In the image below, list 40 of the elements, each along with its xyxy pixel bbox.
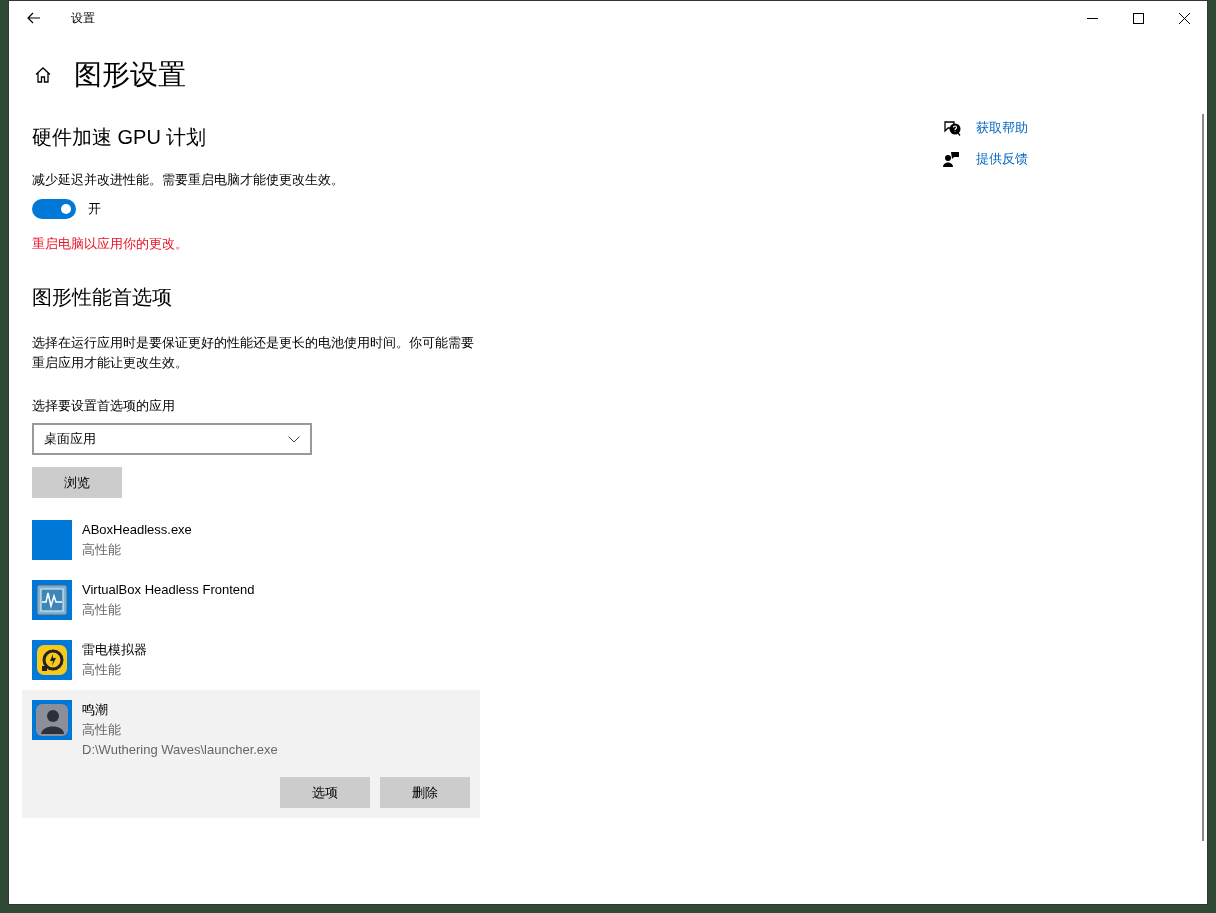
browse-button[interactable]: 浏览	[32, 467, 122, 498]
section-heading: 图形性能首选项	[32, 285, 173, 310]
description-text: 减少延迟并改进性能。需要重启电脑才能使更改生效。	[32, 171, 345, 189]
toggle-label: 开	[88, 200, 101, 219]
app-list-item[interactable]: 鸣潮 高性能 D:\Wuthering Waves\launcher.exe 选项 删除	[22, 690, 480, 818]
app-action-button[interactable]: 选项	[280, 777, 370, 808]
home-icon	[34, 66, 52, 84]
app-name: ABoxHeadless.exe	[82, 521, 192, 539]
app-setting: 高性能	[82, 721, 122, 739]
feedback-person-icon	[943, 150, 959, 167]
description-text: 选择在运行应用时是要保证更好的性能还是更长的电池使用时间。你可能需要重启应用才能让更改生效。	[32, 334, 475, 372]
minimize-icon	[1086, 17, 1098, 19]
help-link[interactable]: 提供反馈	[976, 148, 1028, 169]
lightning-ring-icon	[32, 640, 72, 680]
chevron-down-icon	[288, 435, 300, 443]
app-name: 鸣潮	[82, 701, 109, 719]
toggle-switch[interactable]	[32, 199, 76, 219]
app-setting: 高性能	[82, 661, 122, 679]
home-button[interactable]	[33, 65, 53, 85]
app-name: VirtualBox Headless Frontend	[82, 581, 255, 599]
waveform-monitor-icon	[32, 580, 72, 620]
window-title: 设置	[71, 10, 95, 27]
field-label: 选择要设置首选项的应用	[32, 397, 176, 415]
maximize-icon	[1132, 12, 1144, 24]
back-arrow-icon	[27, 12, 41, 24]
app-type-dropdown[interactable]: 桌面应用	[32, 423, 312, 455]
help-chat-icon	[943, 119, 961, 136]
page-title: 图形设置	[74, 58, 186, 92]
app-icon	[32, 520, 72, 560]
app-path: D:\Wuthering Waves\launcher.exe	[82, 741, 278, 759]
close-icon	[1178, 12, 1190, 24]
help-link[interactable]: 获取帮助	[976, 117, 1028, 138]
scrollbar[interactable]	[1202, 114, 1204, 841]
warning-text: 重启电脑以应用你的更改。	[32, 235, 189, 253]
person-silhouette-icon	[32, 700, 72, 740]
app-setting: 高性能	[82, 541, 122, 559]
app-setting: 高性能	[82, 601, 122, 619]
section-heading: 硬件加速 GPU 计划	[32, 125, 208, 150]
app-name: 雷电模拟器	[82, 641, 147, 659]
app-action-button[interactable]: 删除	[380, 777, 470, 808]
